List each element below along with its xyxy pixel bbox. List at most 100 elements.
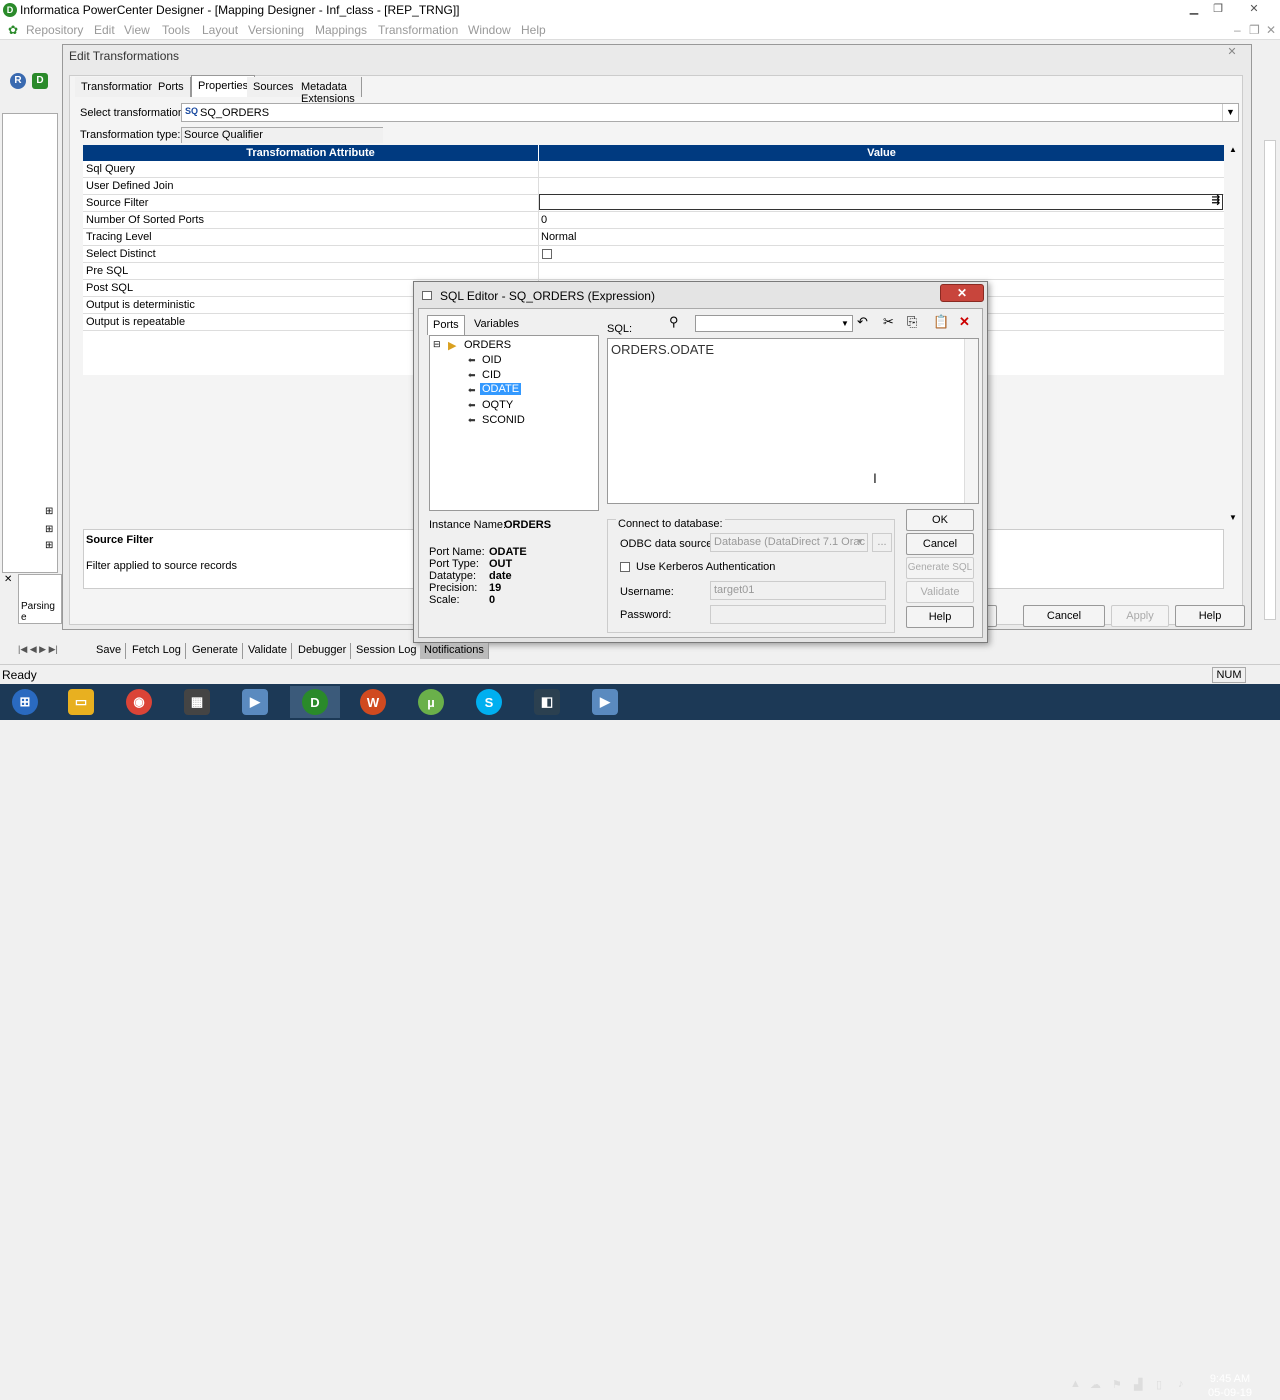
expand-icon[interactable]: ⊞	[45, 540, 53, 551]
tab-ports[interactable]: Ports	[152, 77, 191, 97]
tab-variables[interactable]: Variables	[469, 315, 524, 335]
expand-icon[interactable]: ⊞	[45, 506, 53, 517]
tab-ports[interactable]: Ports	[427, 315, 465, 335]
scroll-up-icon[interactable]: ▲	[1229, 145, 1237, 154]
odbc-select[interactable]: Database (DataDirect 7.1 Orac	[710, 533, 868, 552]
volume-icon[interactable]: ♪	[1178, 1378, 1184, 1390]
start-button[interactable]: ⊞	[0, 686, 50, 718]
menu-mappings[interactable]: Mappings	[315, 23, 367, 37]
sql-scrollbar[interactable]	[964, 339, 978, 503]
taskbar-wps[interactable]: W	[348, 686, 398, 718]
expression-editor-icon[interactable]: ⇶	[1212, 195, 1220, 206]
mdi-restore[interactable]: ❐	[1249, 23, 1260, 37]
cloud-icon[interactable]: ☁	[1090, 1378, 1101, 1391]
battery-icon[interactable]: ▯	[1156, 1378, 1162, 1391]
minimize-button[interactable]: ▁	[1184, 1, 1204, 17]
copy-icon[interactable]: ⎘	[907, 314, 917, 330]
taskbar-explorer[interactable]: ▭	[56, 686, 106, 718]
cancel-button[interactable]: Cancel	[906, 533, 974, 555]
right-scrollbar[interactable]	[1264, 140, 1276, 620]
tray-up-icon[interactable]: ▲	[1070, 1378, 1081, 1390]
tab-save[interactable]: Save	[92, 643, 127, 659]
mdi-close[interactable]: ✕	[1266, 23, 1276, 37]
menu-repository[interactable]: Repository	[26, 23, 83, 37]
chevron-down-icon[interactable]: ▼	[1222, 104, 1238, 121]
chevron-down-icon[interactable]: ▼	[838, 316, 852, 331]
taskbar-editor[interactable]: ◧	[522, 686, 572, 718]
taskbar-chrome[interactable]: ◉	[114, 686, 164, 718]
menu-help[interactable]: Help	[521, 23, 546, 37]
close-button[interactable]: ✕	[1244, 1, 1264, 17]
tab-validate[interactable]: Validate	[244, 643, 292, 659]
menu-edit[interactable]: Edit	[94, 23, 115, 37]
port-item[interactable]: OQTY	[482, 399, 513, 411]
close-icon[interactable]: ✕	[940, 284, 984, 302]
menu-view[interactable]: View	[124, 23, 150, 37]
table-row[interactable]: Pre SQL	[83, 263, 1224, 280]
menu-layout[interactable]: Layout	[202, 23, 238, 37]
nav-first-icon[interactable]: |◀ ◀ ▶ ▶|	[18, 644, 58, 655]
port-item[interactable]: CID	[482, 369, 501, 381]
restore-button[interactable]: ❐	[1208, 1, 1228, 17]
table-row[interactable]: Number Of Sorted Ports 0	[83, 212, 1224, 229]
menu-transformation[interactable]: Transformation	[378, 23, 458, 37]
port-item[interactable]: OID	[482, 354, 502, 366]
select-transformation-dropdown[interactable]: SQ SQ_ORDERS ▼	[181, 103, 1239, 122]
menu-versioning[interactable]: Versioning	[248, 23, 304, 37]
table-row[interactable]: Sql Query	[83, 161, 1224, 178]
password-field[interactable]	[710, 605, 886, 624]
chevron-down-icon[interactable]: ▼	[856, 537, 864, 546]
apply-button[interactable]: Apply	[1111, 605, 1169, 627]
repository-icon[interactable]: R	[10, 73, 26, 89]
table-row[interactable]: User Defined Join	[83, 178, 1224, 195]
mdi-minimize[interactable]: –	[1234, 23, 1241, 37]
select-distinct-checkbox[interactable]	[542, 249, 552, 259]
tab-metadata-extensions[interactable]: Metadata Extensions	[295, 77, 362, 105]
taskbar-skype[interactable]: S	[464, 686, 514, 718]
tree-root[interactable]: ORDERS	[464, 339, 511, 351]
help-button[interactable]: Help	[906, 606, 974, 628]
port-item[interactable]: SCONID	[482, 414, 525, 426]
table-row[interactable]: Tracing Level Normal	[83, 229, 1224, 246]
clock[interactable]: 9:45 AM 05-09-19	[1198, 1372, 1262, 1400]
tab-generate[interactable]: Generate	[188, 643, 243, 659]
scroll-down-icon[interactable]: ▼	[1229, 513, 1237, 522]
cancel-button[interactable]: Cancel	[1023, 605, 1105, 627]
delete-icon[interactable]: ✕	[959, 314, 970, 330]
source-filter-value-field[interactable]: ⇶	[539, 194, 1223, 210]
generate-sql-button[interactable]: Generate SQL	[906, 557, 974, 579]
browse-button[interactable]: ...	[872, 533, 892, 552]
menu-tools[interactable]: Tools	[162, 23, 190, 37]
undo-icon[interactable]: ↶	[857, 314, 868, 330]
taskbar-designer[interactable]: D	[290, 686, 340, 718]
flag-icon[interactable]: ⚑	[1112, 1378, 1122, 1391]
designer-icon[interactable]: D	[32, 73, 48, 89]
menu-window[interactable]: Window	[468, 23, 511, 37]
kerberos-checkbox[interactable]	[620, 562, 630, 572]
tab-properties[interactable]: Properties	[191, 75, 256, 97]
table-row[interactable]: Select Distinct	[83, 246, 1224, 263]
grid-scrollbar[interactable]: ▲ ▼	[1227, 145, 1241, 525]
validate-button[interactable]: Validate	[906, 581, 974, 603]
network-icon[interactable]: ▟	[1134, 1378, 1142, 1391]
taskbar-media[interactable]: ▦	[172, 686, 222, 718]
collapse-icon[interactable]: ⊟	[433, 339, 441, 350]
sql-textarea[interactable]: ORDERS.ODATE	[607, 338, 979, 504]
expand-icon[interactable]: ⊞	[45, 524, 53, 535]
output-close-icon[interactable]: ✕	[4, 574, 12, 585]
tab-debugger[interactable]: Debugger	[294, 643, 352, 659]
cut-icon[interactable]: ✂	[883, 314, 894, 330]
tab-sources[interactable]: Sources	[247, 77, 301, 97]
find-icon[interactable]: ⚲	[669, 314, 679, 330]
taskbar-monitor[interactable]: ▶	[580, 686, 630, 718]
table-row[interactable]: Source Filter ⇶	[83, 194, 1224, 212]
ok-button[interactable]: OK	[906, 509, 974, 531]
taskbar-utorrent[interactable]: µ	[406, 686, 456, 718]
tab-fetch-log[interactable]: Fetch Log	[128, 643, 186, 659]
taskbar-workflow[interactable]: ▶	[230, 686, 280, 718]
help-button[interactable]: Help	[1175, 605, 1245, 627]
tab-notifications[interactable]: Notifications	[420, 643, 489, 659]
port-item-selected[interactable]: ODATE	[480, 383, 522, 395]
paste-icon[interactable]: 📋	[933, 314, 949, 330]
username-field[interactable]: target01	[710, 581, 886, 600]
